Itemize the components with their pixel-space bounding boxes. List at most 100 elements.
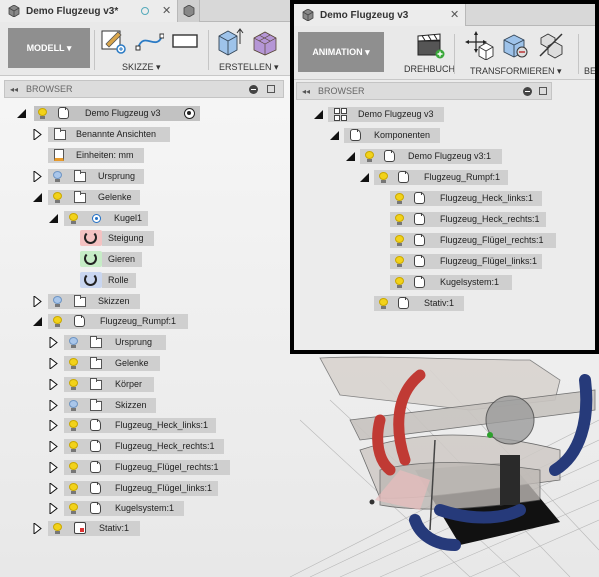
collapsed-triangle-icon[interactable] bbox=[49, 400, 58, 411]
workspace-switcher[interactable]: MODELL ▾ bbox=[8, 28, 90, 68]
visibility-bulb-icon[interactable] bbox=[53, 316, 62, 328]
tree-row[interactable]: Flugzeug_Flügel_rechts:1 bbox=[294, 232, 594, 249]
collapsed-triangle-icon[interactable] bbox=[49, 358, 58, 369]
tree-item[interactable]: Stativ:1 bbox=[48, 521, 140, 536]
tree-row[interactable]: Flugzeug_Rumpf:1 bbox=[294, 169, 594, 186]
visibility-bulb-icon[interactable] bbox=[53, 523, 62, 535]
tree-row[interactable]: Flugzeug_Heck_links:1 bbox=[0, 417, 290, 434]
visibility-bulb-icon[interactable] bbox=[69, 503, 78, 515]
visibility-bulb-icon[interactable] bbox=[395, 235, 404, 247]
browser-header[interactable]: ◂◂ BROWSER bbox=[296, 82, 552, 100]
sketch-rectangle-button[interactable] bbox=[170, 26, 200, 56]
visibility-bulb-icon[interactable] bbox=[69, 379, 78, 391]
tree-row[interactable]: Kugelsystem:1 bbox=[294, 274, 594, 291]
restore-home-button[interactable] bbox=[500, 30, 530, 60]
expanded-triangle-icon[interactable] bbox=[346, 152, 355, 161]
tree-row[interactable]: Flugzeug_Rumpf:1 bbox=[0, 313, 290, 330]
collapsed-triangle-icon[interactable] bbox=[33, 296, 42, 307]
airplane-model[interactable] bbox=[319, 356, 596, 531]
tree-item[interactable]: Flugzeug_Heck_links:1 bbox=[64, 418, 216, 433]
tree-row[interactable]: Gelenke bbox=[0, 355, 290, 372]
tree-item[interactable]: Flugzeug_Flügel_rechts:1 bbox=[390, 233, 556, 248]
visibility-bulb-icon[interactable] bbox=[69, 358, 78, 370]
tree-item[interactable]: Steigung bbox=[102, 231, 154, 246]
tree-row[interactable]: Komponenten bbox=[294, 127, 594, 144]
tree-row[interactable]: Einheiten: mm bbox=[0, 147, 290, 164]
new-storyboard-button[interactable]: DREHBUCH bbox=[404, 30, 455, 74]
expanded-triangle-icon[interactable] bbox=[360, 173, 369, 182]
tree-item[interactable]: Gieren bbox=[102, 252, 142, 267]
collapsed-triangle-icon[interactable] bbox=[49, 337, 58, 348]
visibility-bulb-icon[interactable] bbox=[53, 192, 62, 204]
pin-icon[interactable] bbox=[539, 87, 547, 95]
tree-item[interactable]: Skizzen bbox=[48, 294, 140, 309]
tree-item[interactable]: Körper bbox=[64, 377, 154, 392]
activate-target-icon[interactable] bbox=[184, 108, 195, 119]
expanded-triangle-icon[interactable] bbox=[49, 214, 58, 223]
workspace-switcher[interactable]: ANIMATION ▾ bbox=[298, 32, 384, 72]
collapsed-triangle-icon[interactable] bbox=[33, 129, 42, 140]
create-sketch-button[interactable] bbox=[98, 26, 128, 56]
expanded-triangle-icon[interactable] bbox=[330, 131, 339, 140]
explode-button[interactable] bbox=[536, 30, 566, 60]
tree-item[interactable]: Kugelsystem:1 bbox=[64, 501, 184, 516]
extrude-button[interactable] bbox=[214, 26, 244, 56]
tree-row[interactable]: Benannte Ansichten bbox=[0, 126, 290, 143]
minimize-icon[interactable] bbox=[523, 87, 532, 96]
visibility-bulb-icon[interactable] bbox=[53, 171, 62, 183]
visibility-bulb-icon[interactable] bbox=[69, 420, 78, 432]
tree-row[interactable]: Stativ:1 bbox=[294, 295, 594, 312]
visibility-bulb-icon[interactable] bbox=[395, 214, 404, 226]
collapsed-triangle-icon[interactable] bbox=[49, 483, 58, 494]
collapsed-triangle-icon[interactable] bbox=[49, 379, 58, 390]
close-icon[interactable]: ✕ bbox=[162, 4, 171, 17]
expanded-triangle-icon[interactable] bbox=[17, 109, 26, 118]
tree-item[interactable]: Flugzeug_Rumpf:1 bbox=[48, 314, 188, 329]
more-menu[interactable]: BE bbox=[584, 66, 595, 76]
tree-row[interactable]: Flugzeug_Flügel_rechts:1 bbox=[0, 459, 290, 476]
visibility-bulb-icon[interactable] bbox=[395, 277, 404, 289]
collapsed-triangle-icon[interactable] bbox=[49, 420, 58, 431]
tree-item[interactable]: Flugzeug_Flügel_links:1 bbox=[64, 481, 218, 496]
close-icon[interactable]: ✕ bbox=[450, 8, 459, 21]
tree-row[interactable]: Steigung bbox=[0, 230, 290, 247]
tree-row[interactable]: Kugel1 bbox=[0, 210, 290, 227]
tree-row[interactable]: Gieren bbox=[0, 251, 290, 268]
visibility-bulb-icon[interactable] bbox=[69, 337, 78, 349]
tree-item[interactable]: Flugzeug_Heck_rechts:1 bbox=[64, 439, 224, 454]
tree-item[interactable]: Benannte Ansichten bbox=[48, 127, 170, 142]
tree-item[interactable]: Demo Flugzeug v3 bbox=[34, 106, 200, 121]
tree-item[interactable]: Stativ:1 bbox=[374, 296, 464, 311]
tree-row[interactable]: Flugzeug_Heck_links:1 bbox=[294, 190, 594, 207]
tree-row[interactable]: Demo Flugzeug v3:1 bbox=[294, 148, 594, 165]
tree-item[interactable]: Kugelsystem:1 bbox=[390, 275, 512, 290]
tree-row[interactable]: Skizzen bbox=[0, 397, 290, 414]
pin-icon[interactable] bbox=[267, 85, 275, 93]
visibility-bulb-icon[interactable] bbox=[379, 172, 388, 184]
tree-item[interactable]: Flugzeug_Heck_links:1 bbox=[390, 191, 542, 206]
minimize-icon[interactable] bbox=[249, 85, 258, 94]
visibility-bulb-icon[interactable] bbox=[69, 441, 78, 453]
document-tab[interactable]: Demo Flugzeug v3* ✕ bbox=[0, 0, 178, 22]
tree-row[interactable]: Körper bbox=[0, 376, 290, 393]
move-button[interactable] bbox=[464, 30, 494, 61]
visibility-bulb-icon[interactable] bbox=[38, 108, 47, 120]
visibility-bulb-icon[interactable] bbox=[395, 256, 404, 268]
tree-row[interactable]: Demo Flugzeug v3 bbox=[294, 106, 594, 123]
tree-row[interactable]: Ursprung bbox=[0, 168, 290, 185]
tree-row[interactable]: Rolle bbox=[0, 272, 290, 289]
skizze-menu[interactable]: SKIZZE ▾ bbox=[122, 62, 161, 73]
expanded-triangle-icon[interactable] bbox=[33, 317, 42, 326]
tree-row[interactable]: Stativ:1 bbox=[0, 520, 290, 537]
form-button[interactable] bbox=[250, 26, 280, 56]
tree-row[interactable]: Kugelsystem:1 bbox=[0, 500, 290, 517]
document-tab[interactable]: Demo Flugzeug v3 ✕ bbox=[294, 4, 466, 26]
tree-item[interactable]: Gelenke bbox=[64, 356, 160, 371]
collapsed-triangle-icon[interactable] bbox=[49, 503, 58, 514]
visibility-bulb-icon[interactable] bbox=[365, 151, 374, 163]
tree-item[interactable]: Demo Flugzeug v3 bbox=[328, 107, 444, 122]
tree-item[interactable]: Flugzeug_Rumpf:1 bbox=[374, 170, 508, 185]
tree-item[interactable]: Komponenten bbox=[344, 128, 440, 143]
tree-row[interactable]: Flugzeug_Flügel_links:1 bbox=[0, 480, 290, 497]
tree-item[interactable]: Rolle bbox=[102, 273, 136, 288]
